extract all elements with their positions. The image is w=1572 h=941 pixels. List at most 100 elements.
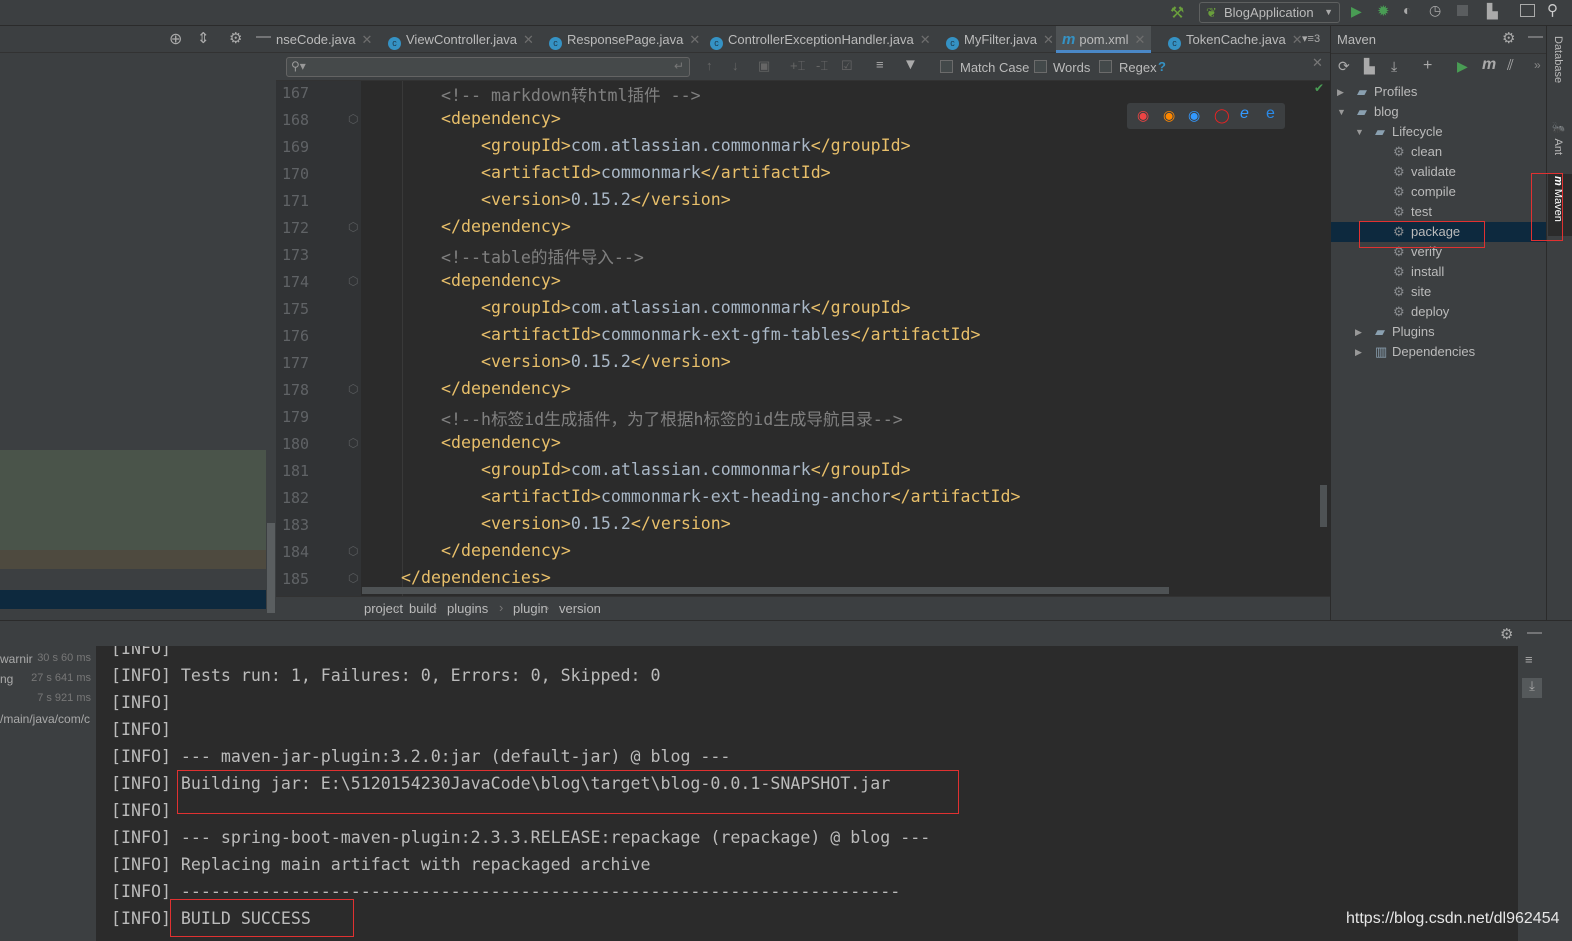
coverage-icon[interactable]: ◐ bbox=[1403, 2, 1411, 18]
minimize-icon[interactable]: — bbox=[1527, 624, 1542, 641]
run-tree-item[interactable]: 7 s 921 ms bbox=[0, 690, 96, 710]
close-tab-icon[interactable]: ✕ bbox=[920, 32, 931, 47]
fold-marker-icon[interactable]: ⬡ bbox=[348, 382, 358, 396]
close-find-icon[interactable]: ✕ bbox=[1312, 55, 1323, 71]
breadcrumb-item[interactable]: version bbox=[559, 601, 601, 616]
build-hammer-icon[interactable]: ⚒ bbox=[1170, 3, 1184, 23]
maven-tree-item-blog[interactable]: ▼ ▰ blog bbox=[1331, 102, 1547, 122]
maven-tree-item-compile[interactable]: ⚙ compile bbox=[1331, 182, 1547, 202]
filter-icon[interactable]: ▼ bbox=[903, 56, 918, 73]
maven-tree-item-profiles[interactable]: ▶ ▰ Profiles bbox=[1331, 82, 1547, 102]
add-icon[interactable]: + bbox=[1423, 57, 1432, 75]
expand-arrow-icon[interactable]: ▼ bbox=[1355, 122, 1364, 142]
breadcrumb-item[interactable]: plugin bbox=[513, 601, 548, 616]
skip-tests-icon[interactable]: ⫽ bbox=[1507, 57, 1514, 74]
run-config-select[interactable]: ❦ BlogApplication ▼ bbox=[1199, 2, 1340, 23]
find-input[interactable]: ⚲▾ ↵ bbox=[286, 57, 690, 77]
window-icon[interactable] bbox=[1520, 4, 1535, 17]
fold-marker-icon[interactable]: ⬡ bbox=[348, 436, 358, 450]
gear-icon[interactable]: ⚙ bbox=[1502, 29, 1515, 47]
run-tree-item[interactable]: warnir 30 s 60 ms bbox=[0, 650, 96, 670]
maven-tree-item-clean[interactable]: ⚙ clean bbox=[1331, 142, 1547, 162]
project-structure-icon[interactable]: ▙ bbox=[1487, 3, 1498, 20]
words-checkbox[interactable] bbox=[1034, 60, 1047, 73]
generate-sources-icon[interactable]: ▙ bbox=[1364, 58, 1375, 75]
add-selection-icon[interactable]: +⌶ bbox=[790, 58, 805, 74]
regex-checkbox[interactable] bbox=[1099, 60, 1112, 73]
maven-tree-item-deploy[interactable]: ⚙ deploy bbox=[1331, 302, 1547, 322]
fold-marker-icon[interactable]: ⬡ bbox=[348, 571, 358, 585]
safari-icon[interactable]: ◉ bbox=[1188, 107, 1200, 124]
select-all-occurrences-icon[interactable]: ☑ bbox=[841, 58, 853, 74]
collapse-icon[interactable]: ⇕ bbox=[197, 29, 210, 47]
tab-pom-xml[interactable]: m pom.xml ✕ bbox=[1056, 26, 1152, 53]
previous-occurrence-icon[interactable]: ↑ bbox=[706, 58, 713, 73]
close-tab-icon[interactable]: ✕ bbox=[1292, 32, 1303, 47]
maven-tree-item-plugins[interactable]: ▶ ▰ Plugins bbox=[1331, 322, 1547, 342]
gear-icon[interactable]: ⚙ bbox=[1500, 625, 1513, 643]
collapse-arrow-icon[interactable]: ▶ bbox=[1355, 342, 1362, 362]
regex-label[interactable]: Regex bbox=[1119, 60, 1157, 75]
run-tree-item[interactable]: /main/java/com/c bbox=[0, 710, 96, 730]
collapse-arrow-icon[interactable]: ▶ bbox=[1355, 322, 1362, 342]
gear-icon[interactable]: ⚙ bbox=[229, 29, 242, 47]
maven-tree-item-site[interactable]: ⚙ site bbox=[1331, 282, 1547, 302]
code-editor[interactable]: 167 <!-- markdown转html插件 --> 168 ⬡ <dependen… bbox=[276, 81, 1330, 596]
fold-marker-icon[interactable]: ⬡ bbox=[348, 544, 358, 558]
expand-arrow-icon[interactable]: ▼ bbox=[1337, 102, 1346, 122]
collapse-arrow-icon[interactable]: ▶ bbox=[1337, 82, 1344, 102]
run-icon[interactable]: ▶ bbox=[1351, 3, 1362, 20]
maven-goal-icon[interactable]: m bbox=[1482, 56, 1496, 74]
close-tab-icon[interactable]: ✕ bbox=[689, 32, 700, 47]
tab-nsecode-java[interactable]: nseCode.java ✕ bbox=[276, 26, 378, 53]
filter-lines-icon[interactable]: ≡ bbox=[876, 57, 884, 72]
run-tree-item[interactable]: ng 27 s 641 ms bbox=[0, 670, 96, 690]
download-icon[interactable]: ⤓ bbox=[1391, 58, 1397, 75]
stop-icon[interactable] bbox=[1457, 5, 1468, 16]
remove-selection-icon[interactable]: -⌶ bbox=[816, 58, 828, 74]
chrome-icon[interactable]: ◉ bbox=[1137, 107, 1149, 124]
regex-help-link[interactable]: ? bbox=[1158, 59, 1166, 74]
tab-controllerexceptionhandler-java[interactable]: c ControllerExceptionHandler.java ✕ bbox=[704, 26, 937, 53]
select-all-icon[interactable]: ▣ bbox=[758, 58, 770, 74]
scrollbar[interactable] bbox=[267, 523, 275, 613]
minimize-icon[interactable]: — bbox=[256, 28, 271, 45]
tab-tokencache-java[interactable]: c TokenCache.java ✕ bbox=[1162, 26, 1309, 53]
maven-tree-item-lifecycle[interactable]: ▼ ▰ Lifecycle bbox=[1331, 122, 1547, 142]
search-icon[interactable]: ⚲ bbox=[1547, 1, 1558, 19]
reload-icon[interactable]: ⟳ bbox=[1338, 58, 1350, 75]
profile-icon[interactable]: ◷ bbox=[1429, 2, 1441, 19]
maven-tree-item-validate[interactable]: ⚙ validate bbox=[1331, 162, 1547, 182]
locate-icon[interactable]: ⊕ bbox=[169, 29, 182, 49]
edge-icon[interactable]: e bbox=[1266, 105, 1275, 123]
close-tab-icon[interactable]: ✕ bbox=[1043, 32, 1054, 47]
inspection-ok-icon[interactable]: ✔ bbox=[1314, 81, 1324, 95]
breadcrumb-item[interactable]: plugins bbox=[447, 601, 488, 616]
vertical-scrollbar[interactable] bbox=[1320, 485, 1327, 527]
scroll-to-end-icon[interactable]: ⤓ bbox=[1522, 678, 1542, 698]
tab-viewcontroller-java[interactable]: c ViewController.java ✕ bbox=[382, 26, 540, 53]
words-label[interactable]: Words bbox=[1053, 60, 1090, 75]
tab-responsepage-java[interactable]: c ResponsePage.java ✕ bbox=[543, 26, 706, 53]
tab-overflow-button[interactable]: ▾≡3 bbox=[1302, 32, 1320, 45]
ant-tab[interactable]: 🐜 Ant bbox=[1552, 122, 1565, 155]
soft-wrap-icon[interactable]: ≡ bbox=[1525, 652, 1533, 667]
fold-marker-icon[interactable]: ⬡ bbox=[348, 112, 358, 126]
horizontal-scrollbar[interactable] bbox=[362, 587, 1169, 594]
tab-myfilter-java[interactable]: c MyFilter.java ✕ bbox=[940, 26, 1060, 53]
debug-bug-icon[interactable]: ✹ bbox=[1377, 2, 1390, 20]
close-tab-icon[interactable]: ✕ bbox=[1134, 32, 1145, 47]
next-occurrence-icon[interactable]: ↓ bbox=[732, 58, 739, 73]
match-case-label[interactable]: Match Case bbox=[960, 60, 1029, 75]
close-tab-icon[interactable]: ✕ bbox=[523, 32, 534, 47]
minimize-icon[interactable]: — bbox=[1528, 28, 1543, 45]
close-tab-icon[interactable]: ✕ bbox=[362, 32, 373, 47]
maven-tree-item-test[interactable]: ⚙ test bbox=[1331, 202, 1547, 222]
maven-tree-item-install[interactable]: ⚙ install bbox=[1331, 262, 1547, 282]
match-case-checkbox[interactable] bbox=[940, 60, 953, 73]
firefox-icon[interactable]: ◉ bbox=[1163, 107, 1175, 124]
fold-marker-icon[interactable]: ⬡ bbox=[348, 274, 358, 288]
more-icon[interactable]: » bbox=[1534, 58, 1541, 72]
opera-icon[interactable]: ◯ bbox=[1214, 107, 1230, 124]
fold-marker-icon[interactable]: ⬡ bbox=[348, 220, 358, 234]
